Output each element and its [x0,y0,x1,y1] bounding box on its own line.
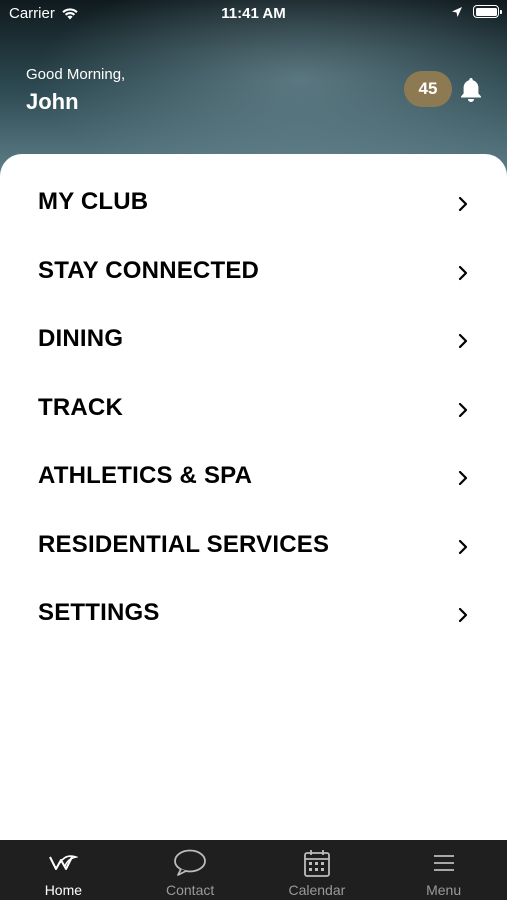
bottom-tab-bar: Home Contact Calendar Menu [0,840,507,900]
menu-item-dining[interactable]: DINING [0,309,507,378]
menu-item-stay-connected[interactable]: STAY CONNECTED [0,241,507,310]
calendar-icon [303,848,331,878]
app-screen: Carrier 11:41 AM Good Morning, John 45 M… [0,0,507,900]
menu-item-label: STAY CONNECTED [38,256,260,284]
location-arrow-icon [452,6,462,17]
chevron-right-icon [458,265,468,280]
menu-item-label: TRACK [38,393,123,421]
menu-sheet: MY CLUB STAY CONNECTED DINING TRACK ATHL… [0,154,507,840]
status-right [451,5,502,18]
menu-item-settings[interactable]: SETTINGS [0,583,507,652]
menu-item-athletics-spa[interactable]: ATHLETICS & SPA [0,446,507,515]
tab-contact[interactable]: Contact [127,840,254,900]
bell-icon[interactable] [458,76,484,104]
chevron-right-icon [458,607,468,623]
chat-bubble-icon [173,848,207,878]
tab-home[interactable]: Home [0,840,127,900]
status-time: 11:41 AM [221,5,286,22]
tab-menu[interactable]: Menu [380,840,507,900]
battery-icon [473,5,502,18]
menu-item-residential-services[interactable]: RESIDENTIAL SERVICES [0,515,507,584]
status-bar: Carrier 11:41 AM [0,0,507,28]
menu-item-label: SETTINGS [38,599,160,626]
tab-label: Menu [426,882,462,898]
chevron-right-icon [458,470,468,486]
tab-label: Contact [166,882,215,898]
tab-calendar[interactable]: Calendar [254,840,381,900]
menu-item-my-club[interactable]: MY CLUB [0,172,507,241]
user-name: John [26,89,79,114]
tab-label: Home [44,882,83,898]
hamburger-menu-icon [432,848,456,878]
menu-item-label: ATHLETICS & SPA [38,462,253,489]
menu-list: MY CLUB STAY CONNECTED DINING TRACK ATHL… [0,172,507,652]
chevron-right-icon [458,539,468,554]
greeting-text: Good Morning, [26,66,126,83]
menu-item-track[interactable]: TRACK [0,378,507,447]
chevron-right-icon [458,196,468,212]
club-logo-icon [48,848,79,878]
notification-count-badge[interactable]: 45 [404,71,452,107]
chevron-right-icon [458,333,468,349]
menu-item-label: DINING [38,325,124,352]
tab-label: Calendar [288,882,346,898]
menu-item-label: MY CLUB [38,188,149,215]
menu-item-label: RESIDENTIAL SERVICES [38,530,330,558]
chevron-right-icon [458,402,468,417]
